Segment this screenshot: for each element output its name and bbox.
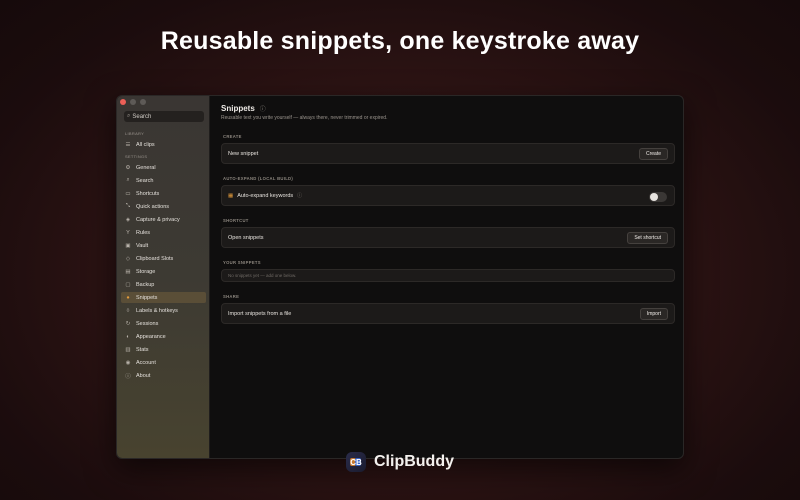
backup-icon: ▢ bbox=[125, 281, 131, 288]
page-title-text: Snippets bbox=[221, 104, 255, 113]
create-section-heading: CREATE bbox=[223, 134, 242, 139]
sidebar-item-label: Snippets bbox=[136, 294, 158, 301]
sidebar-item-labels-hotkeys[interactable]: ◊ Labels & hotkeys bbox=[121, 305, 206, 316]
clipbuddy-logo-icon: CB bbox=[346, 452, 366, 472]
shield-icon: ◈ bbox=[125, 216, 131, 223]
info-icon: ⓘ bbox=[125, 373, 131, 380]
open-snippets-row: Open snippets Set shortcut bbox=[221, 227, 675, 248]
snippets-list-empty: No snippets yet — add one below. bbox=[221, 269, 675, 282]
list-icon: ☰ bbox=[125, 141, 131, 148]
sidebar-item-label: Backup bbox=[136, 281, 155, 288]
sidebar-item-label: Capture & privacy bbox=[136, 216, 180, 223]
sidebar-item-label: Sessions bbox=[136, 320, 159, 327]
lock-icon: ▣ bbox=[125, 242, 131, 249]
sidebar-item-storage[interactable]: ▤ Storage bbox=[121, 266, 206, 277]
branch-icon: Y bbox=[126, 229, 130, 236]
new-snippet-label: New snippet bbox=[228, 150, 259, 157]
sidebar-item-stats[interactable]: ▥ Stats bbox=[121, 344, 206, 355]
brand-footer: CB ClipBuddy bbox=[0, 451, 800, 473]
sidebar-item-clipboard-slots[interactable]: ◇ Clipboard Slots bbox=[121, 253, 206, 264]
sidebar-item-label: All clips bbox=[136, 141, 155, 148]
sidebar-item-shortcuts[interactable]: ▭ Shortcuts bbox=[121, 188, 206, 199]
search-icon: ⌕ bbox=[127, 113, 131, 119]
set-shortcut-button[interactable]: Set shortcut bbox=[627, 232, 668, 244]
sidebar-item-quick-actions[interactable]: ⤡ Quick actions bbox=[121, 201, 206, 212]
hero-title: Reusable snippets, one keystroke away bbox=[160, 27, 640, 55]
window-controls bbox=[120, 99, 146, 105]
sidebar-item-general[interactable]: ⚙ General bbox=[121, 162, 206, 173]
zoom-window-button[interactable] bbox=[140, 99, 146, 105]
sidebar-item-label: Storage bbox=[136, 268, 156, 275]
sidebar-item-sessions[interactable]: ↻ Sessions bbox=[121, 318, 206, 329]
sidebar-item-account[interactable]: ◉ Account bbox=[121, 357, 206, 368]
sidebar-item-vault[interactable]: ▣ Vault bbox=[121, 240, 206, 251]
logo-text: CB bbox=[350, 457, 362, 467]
sidebar-item-label: Stats bbox=[136, 346, 149, 353]
import-button[interactable]: Import bbox=[639, 308, 668, 320]
shortcut-section-heading: SHORTCUT bbox=[223, 218, 249, 223]
sidebar-item-label: Shortcuts bbox=[136, 190, 160, 197]
user-icon: ◉ bbox=[125, 359, 131, 366]
sidebar-item-label: Quick actions bbox=[136, 203, 170, 210]
info-icon[interactable]: ⓘ bbox=[297, 192, 302, 199]
sidebar-item-backup[interactable]: ▢ Backup bbox=[121, 279, 206, 290]
palette-icon: ◐ bbox=[126, 333, 130, 340]
sidebar-search-input[interactable]: ⌕ Search bbox=[124, 111, 204, 122]
share-section-heading: SHARE bbox=[223, 294, 240, 299]
sidebar-item-about[interactable]: ⓘ About bbox=[121, 370, 206, 381]
sidebar-item-label: Appearance bbox=[136, 333, 166, 340]
close-window-button[interactable] bbox=[120, 99, 126, 105]
library-section-label: LIBRARY bbox=[125, 131, 145, 136]
your-snippets-section-heading: YOUR SNIPPETS bbox=[223, 260, 261, 265]
page-title: Snippets ⓘ bbox=[221, 104, 266, 113]
sidebar-item-all-clips[interactable]: ☰ All clips bbox=[121, 139, 206, 150]
sidebar-item-capture-privacy[interactable]: ◈ Capture & privacy bbox=[121, 214, 206, 225]
sidebar-item-label: Labels & hotkeys bbox=[136, 307, 178, 314]
settings-section-label: SETTINGS bbox=[125, 154, 148, 159]
autoexpand-row: ▦ Auto-expand keywords ⓘ bbox=[221, 185, 675, 206]
keyboard-icon: ▭ bbox=[125, 190, 131, 197]
refresh-icon: ↻ bbox=[125, 320, 131, 327]
snippet-icon: ● bbox=[126, 294, 130, 301]
sidebar-item-label: Clipboard Slots bbox=[136, 255, 174, 262]
sidebar-item-label: Search bbox=[136, 177, 154, 184]
create-button[interactable]: Create bbox=[638, 148, 668, 160]
brand-name: ClipBuddy bbox=[374, 453, 454, 470]
autoexpand-toggle[interactable] bbox=[649, 192, 667, 202]
search-placeholder: Search bbox=[132, 113, 152, 120]
autoexpand-section-heading: AUTO-EXPAND (LOCAL BUILD) bbox=[223, 176, 294, 181]
search-icon: ⌕ bbox=[126, 177, 130, 183]
sidebar-item-search[interactable]: ⌕ Search bbox=[121, 175, 206, 186]
open-snippets-label: Open snippets bbox=[228, 234, 264, 241]
layers-icon: ◇ bbox=[125, 255, 131, 262]
minimize-window-button[interactable] bbox=[130, 99, 136, 105]
sidebar-item-snippets[interactable]: ● Snippets bbox=[121, 292, 206, 303]
sidebar-item-label: Vault bbox=[136, 242, 149, 249]
empty-state-text: No snippets yet — add one below. bbox=[228, 273, 297, 278]
sidebar-item-label: Account bbox=[136, 359, 156, 366]
autoexpand-label: Auto-expand keywords bbox=[237, 192, 294, 199]
sidebar-item-rules[interactable]: Y Rules bbox=[121, 227, 206, 238]
toggle-knob bbox=[650, 193, 658, 201]
settings-window: ⌕ Search LIBRARY ☰ All clips SETTINGS ⚙ … bbox=[116, 95, 684, 459]
keyboard-icon: ▦ bbox=[228, 192, 234, 199]
tag-icon: ◊ bbox=[126, 307, 130, 314]
sidebar-item-label: General bbox=[136, 164, 156, 171]
sidebar-item-label: About bbox=[136, 372, 151, 379]
gear-icon: ⚙ bbox=[125, 164, 131, 171]
main-panel: Snippets ⓘ Reusable text you write yours… bbox=[211, 96, 683, 458]
sidebar-item-label: Rules bbox=[136, 229, 151, 236]
import-row: Import snippets from a file Import bbox=[221, 303, 675, 324]
info-icon[interactable]: ⓘ bbox=[260, 104, 266, 113]
import-label: Import snippets from a file bbox=[228, 310, 292, 317]
chart-icon: ▥ bbox=[125, 346, 131, 353]
new-snippet-row: New snippet Create bbox=[221, 143, 675, 164]
sidebar: ⌕ Search LIBRARY ☰ All clips SETTINGS ⚙ … bbox=[117, 96, 210, 458]
storage-icon: ▤ bbox=[125, 268, 131, 275]
page-subtitle: Reusable text you write yourself — alway… bbox=[221, 115, 388, 121]
sidebar-item-appearance[interactable]: ◐ Appearance bbox=[121, 331, 206, 342]
wand-icon: ⤡ bbox=[125, 203, 131, 209]
